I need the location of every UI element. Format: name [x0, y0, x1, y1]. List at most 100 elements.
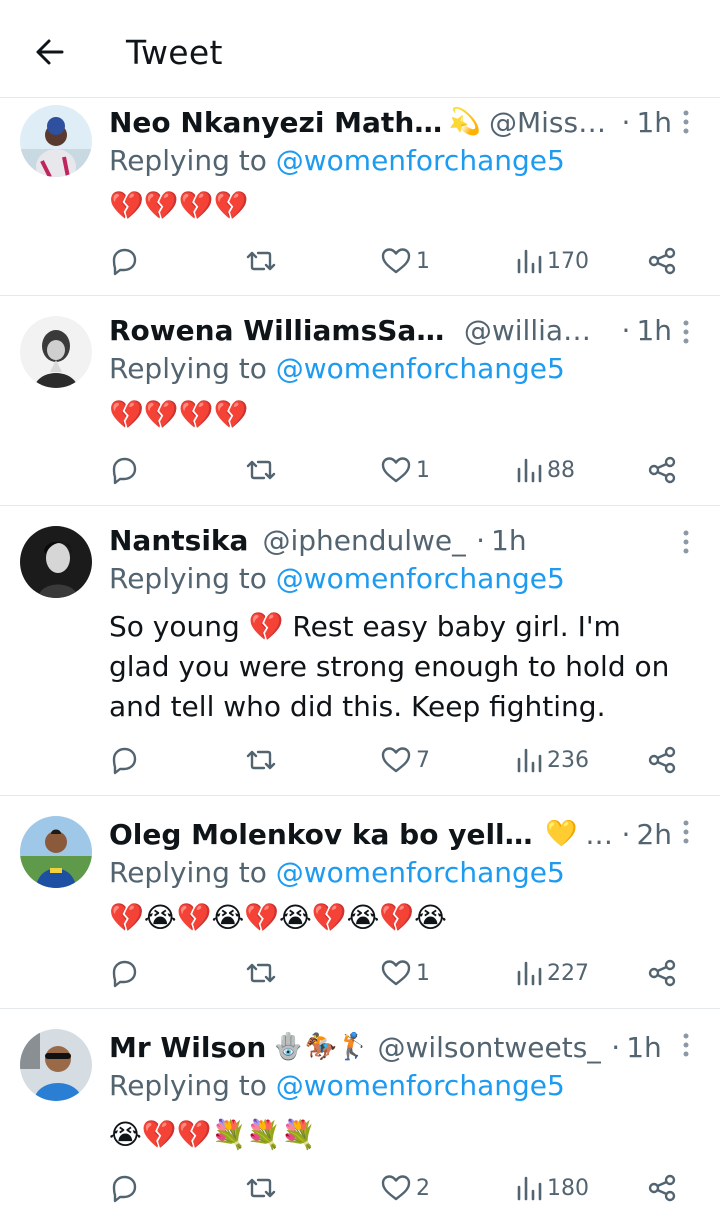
- views-icon: [517, 748, 542, 773]
- retweet-button[interactable]: [244, 450, 278, 490]
- replying-to: Replying to @womenforchange5: [109, 1069, 565, 1102]
- like-count: 1: [416, 960, 430, 986]
- avatar[interactable]: [20, 316, 92, 388]
- retweet-button[interactable]: [244, 1168, 278, 1208]
- retweet-icon: [246, 251, 276, 271]
- timestamp[interactable]: 1h: [491, 524, 527, 557]
- replying-to: Replying to @womenforchange5: [109, 352, 565, 385]
- tweet-header: Neo Nkanyezi Mathala 💫 @MissT... · 1h: [109, 102, 672, 142]
- username[interactable]: @william...: [464, 314, 612, 347]
- replying-to-label: Replying to: [109, 144, 276, 177]
- share-button[interactable]: [646, 740, 678, 780]
- display-name[interactable]: Mr Wilson: [109, 1031, 266, 1064]
- avatar[interactable]: [20, 105, 92, 177]
- share-icon: [648, 247, 676, 275]
- tweet-text: 💔💔💔💔: [109, 189, 249, 222]
- reply-icon: [112, 747, 137, 775]
- heart-icon: [381, 248, 411, 274]
- reply-button[interactable]: [108, 1168, 140, 1208]
- like-button[interactable]: 1: [380, 953, 430, 993]
- mention-link[interactable]: @womenforchange5: [276, 856, 565, 889]
- timestamp[interactable]: 1h: [636, 106, 672, 139]
- avatar[interactable]: [20, 1029, 92, 1101]
- share-button[interactable]: [646, 953, 678, 993]
- username[interactable]: @iphendulwe_: [262, 524, 466, 557]
- replying-to-label: Replying to: [109, 1069, 276, 1102]
- like-button[interactable]: 2: [380, 1168, 430, 1208]
- tweet-text: 💔😭💔😭💔😭💔😭💔😭: [109, 901, 447, 934]
- name-emoji: 💛: [545, 819, 578, 849]
- reply-button[interactable]: [108, 241, 140, 281]
- reply-button[interactable]: [108, 740, 140, 780]
- reply-button[interactable]: [108, 953, 140, 993]
- action-bar: 1 88: [0, 450, 720, 490]
- reply-tweet[interactable]: Mr Wilson 🪬🏇🏌 @wilsontweets_ · 1h Replyi…: [0, 1009, 720, 1217]
- views-button[interactable]: 236: [515, 740, 589, 780]
- reply-tweet[interactable]: Rowena WilliamsSauls @william... · 1h Re…: [0, 296, 720, 506]
- reply-icon: [112, 248, 137, 276]
- views-button[interactable]: 88: [515, 450, 575, 490]
- retweet-button[interactable]: [244, 953, 278, 993]
- like-button[interactable]: 1: [380, 450, 430, 490]
- share-button[interactable]: [646, 1168, 678, 1208]
- reply-button[interactable]: [108, 450, 140, 490]
- replying-to: Replying to @womenforchange5: [109, 562, 565, 595]
- avatar[interactable]: [20, 526, 92, 598]
- timestamp[interactable]: 2h: [636, 818, 672, 851]
- display-name[interactable]: Oleg Molenkov ka bo yellow: [109, 818, 539, 851]
- like-count: 1: [416, 248, 430, 274]
- timestamp[interactable]: 1h: [626, 1031, 662, 1064]
- username[interactable]: ...: [585, 818, 611, 851]
- share-button[interactable]: [646, 450, 678, 490]
- more-options-button[interactable]: [678, 316, 694, 348]
- view-count: 227: [547, 960, 589, 986]
- tweet-text: 😭💔💔💐💐💐: [109, 1118, 317, 1151]
- reply-tweet[interactable]: Neo Nkanyezi Mathala 💫 @MissT... · 1h Re…: [0, 98, 720, 296]
- replying-to: Replying to @womenforchange5: [109, 856, 565, 889]
- more-options-button[interactable]: [678, 816, 694, 848]
- share-icon: [648, 746, 676, 774]
- retweet-button[interactable]: [244, 740, 278, 780]
- mention-link[interactable]: @womenforchange5: [276, 562, 565, 595]
- view-count: 180: [547, 1175, 589, 1201]
- name-emoji: 🪬🏇🏌: [272, 1032, 370, 1062]
- username[interactable]: @MissT...: [489, 106, 612, 139]
- separator-dot: ·: [621, 313, 631, 347]
- retweet-button[interactable]: [244, 241, 278, 281]
- avatar[interactable]: [20, 816, 92, 888]
- share-button[interactable]: [646, 241, 678, 281]
- reply-tweet[interactable]: Nantsika @iphendulwe_ · 1h Replying to @…: [0, 506, 720, 796]
- tweet-text: 💔💔💔💔: [109, 398, 249, 431]
- more-vertical-icon: [683, 110, 689, 134]
- retweet-icon: [246, 963, 276, 983]
- timestamp[interactable]: 1h: [636, 314, 672, 347]
- username[interactable]: @wilsontweets_: [377, 1031, 601, 1064]
- display-name[interactable]: Nantsika: [109, 524, 248, 557]
- action-bar: 2 180: [0, 1168, 720, 1208]
- more-vertical-icon: [683, 820, 689, 844]
- views-button[interactable]: 170: [515, 241, 589, 281]
- tweet-header: Rowena WilliamsSauls @william... · 1h: [109, 310, 672, 350]
- views-button[interactable]: 180: [515, 1168, 589, 1208]
- tweet-header: Oleg Molenkov ka bo yellow 💛 ... · 2h: [109, 814, 672, 854]
- reply-tweet[interactable]: Oleg Molenkov ka bo yellow 💛 ... · 2h Re…: [0, 796, 720, 1009]
- like-button[interactable]: 7: [380, 740, 430, 780]
- more-options-button[interactable]: [678, 526, 694, 558]
- separator-dot: ·: [476, 523, 486, 557]
- display-name[interactable]: Neo Nkanyezi Mathala: [109, 106, 443, 139]
- retweet-icon: [246, 460, 276, 480]
- more-vertical-icon: [683, 320, 689, 344]
- back-button[interactable]: [30, 32, 70, 72]
- heart-icon: [381, 457, 411, 483]
- mention-link[interactable]: @womenforchange5: [276, 1069, 565, 1102]
- more-options-button[interactable]: [678, 1029, 694, 1061]
- more-options-button[interactable]: [678, 106, 694, 138]
- display-name[interactable]: Rowena WilliamsSauls: [109, 314, 450, 347]
- name-emoji: 💫: [448, 107, 481, 137]
- view-count: 88: [547, 457, 575, 483]
- mention-link[interactable]: @womenforchange5: [276, 144, 565, 177]
- reply-icon: [112, 1175, 137, 1203]
- mention-link[interactable]: @womenforchange5: [276, 352, 565, 385]
- like-button[interactable]: 1: [380, 241, 430, 281]
- views-button[interactable]: 227: [515, 953, 589, 993]
